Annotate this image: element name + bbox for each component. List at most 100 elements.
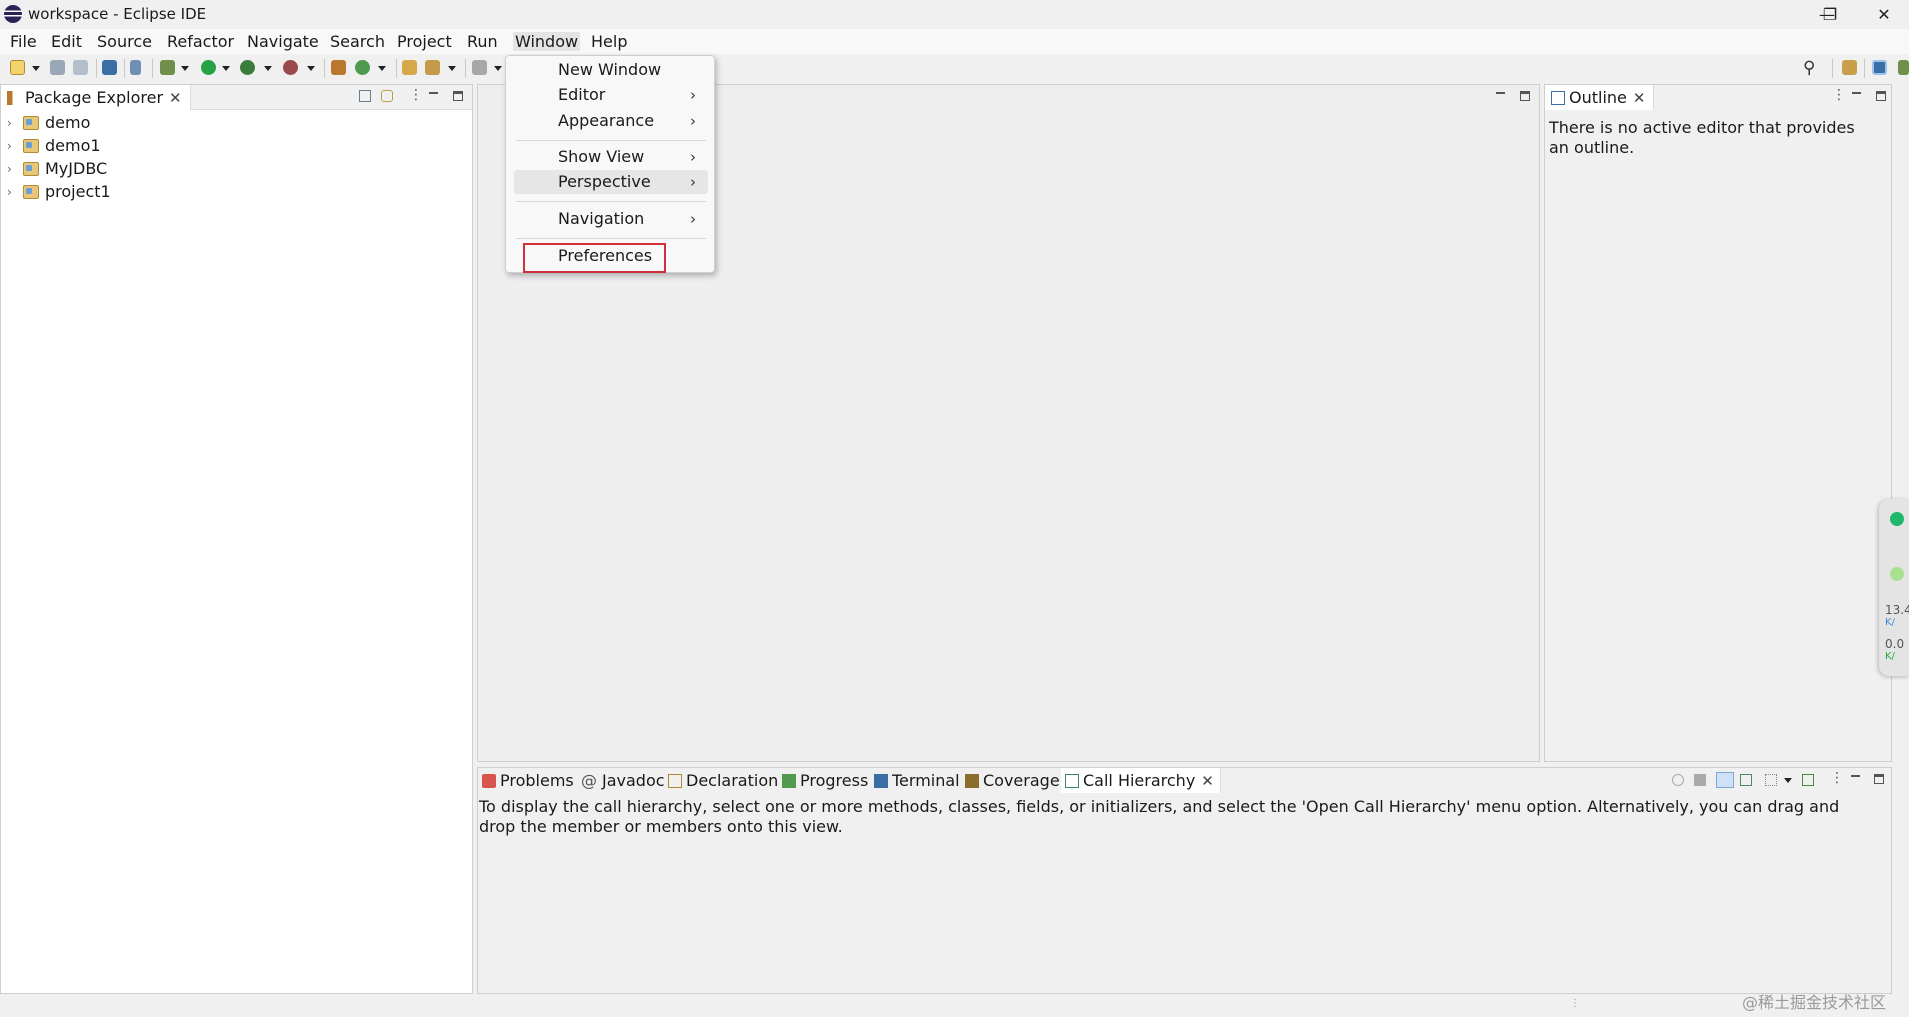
menu-item-show-view[interactable]: Show View ›	[514, 145, 708, 169]
minimize-view-button[interactable]	[428, 89, 440, 101]
new-java-class-icon[interactable]	[355, 60, 370, 75]
java-project-icon	[23, 138, 39, 153]
menu-file[interactable]: File	[10, 32, 37, 51]
chevron-right-icon[interactable]: ›	[7, 185, 17, 199]
close-icon[interactable]: ✕	[169, 89, 182, 107]
menu-search[interactable]: Search	[330, 32, 385, 51]
skip-breakpoints-icon[interactable]	[130, 60, 141, 75]
menu-run[interactable]: Run	[467, 32, 498, 51]
link-with-editor-icon[interactable]	[381, 90, 393, 102]
title-bar: workspace - Eclipse IDE — ❐ ✕	[0, 0, 1909, 29]
tab-problems[interactable]: Problems	[482, 768, 574, 793]
chevron-right-icon: ›	[690, 86, 696, 104]
menu-item-editor[interactable]: Editor ›	[514, 83, 708, 107]
menu-item-label: New Window	[558, 60, 662, 79]
chevron-right-icon: ›	[690, 112, 696, 130]
maximize-editor-button[interactable]	[1520, 91, 1530, 101]
menu-help[interactable]: Help	[591, 32, 627, 51]
network-speed-widget[interactable]: 13.4 K/ 0.0 K/	[1879, 499, 1909, 676]
list-item[interactable]: › demo1	[7, 136, 101, 155]
menu-source[interactable]: Source	[97, 32, 152, 51]
tab-coverage[interactable]: Coverage	[965, 768, 1060, 793]
outline-icon	[1551, 90, 1565, 105]
close-icon[interactable]: ✕	[1201, 772, 1214, 790]
menu-refactor[interactable]: Refactor	[167, 32, 234, 51]
menu-item-navigation[interactable]: Navigation ›	[514, 207, 708, 231]
tab-label: Outline	[1569, 88, 1627, 107]
debug-icon[interactable]	[160, 60, 175, 75]
tab-label: Terminal	[892, 771, 960, 790]
layout-dropdown-arrow-icon[interactable]	[1784, 778, 1792, 783]
tab-javadoc[interactable]: @ Javadoc	[581, 768, 665, 793]
refresh-icon[interactable]	[1672, 774, 1684, 786]
minimize-view-button[interactable]	[1851, 89, 1863, 101]
restore-button[interactable]: ❐	[1807, 0, 1853, 29]
chevron-right-icon[interactable]: ›	[7, 139, 17, 153]
callee-hierarchy-icon[interactable]	[1740, 774, 1752, 786]
caller-hierarchy-icon[interactable]	[1716, 772, 1734, 788]
menu-project[interactable]: Project	[397, 32, 452, 51]
stop-icon[interactable]	[1694, 774, 1706, 786]
list-item[interactable]: › project1	[7, 182, 111, 201]
terminal-icon[interactable]	[102, 60, 117, 75]
run-icon[interactable]	[201, 60, 216, 75]
tab-label: Coverage	[983, 771, 1060, 790]
tab-declaration[interactable]: Declaration	[668, 768, 778, 793]
window-dropdown-menu: New Window Editor › Appearance › Show Vi…	[505, 55, 715, 273]
maximize-view-button[interactable]	[1876, 91, 1886, 101]
menu-separator	[516, 201, 706, 202]
new-dropdown-arrow-icon[interactable]	[32, 66, 40, 71]
next-annotation-icon[interactable]	[472, 60, 487, 75]
maximize-view-button[interactable]	[1874, 774, 1884, 784]
list-item[interactable]: › demo	[7, 113, 90, 132]
new-file-icon[interactable]	[10, 60, 25, 75]
tab-terminal[interactable]: Terminal	[874, 768, 960, 793]
menu-navigate[interactable]: Navigate	[247, 32, 319, 51]
outline-message: There is no active editor that provides …	[1549, 118, 1855, 157]
external-tools-icon[interactable]	[283, 60, 298, 75]
tab-label: Call Hierarchy	[1083, 771, 1196, 790]
view-menu-icon[interactable]: ⋮	[1830, 770, 1844, 786]
project-name: project1	[45, 182, 111, 201]
pin-view-icon[interactable]	[1802, 774, 1814, 786]
search-tool-icon[interactable]	[425, 60, 440, 75]
java-perspective-icon[interactable]	[1872, 60, 1887, 75]
view-menu-icon[interactable]: ⋮	[409, 87, 423, 103]
preferences-highlight-box	[523, 243, 666, 273]
minimize-editor-button[interactable]	[1495, 89, 1507, 101]
save-icon[interactable]	[50, 60, 65, 75]
tab-call-hierarchy[interactable]: Call Hierarchy ✕	[1061, 768, 1221, 793]
new-java-package-icon[interactable]	[331, 60, 346, 75]
close-window-button[interactable]: ✕	[1861, 0, 1907, 29]
chevron-right-icon[interactable]: ›	[7, 162, 17, 176]
menu-window[interactable]: Window	[513, 32, 581, 51]
open-type-icon[interactable]	[402, 60, 417, 75]
java-project-icon	[23, 161, 39, 176]
open-perspective-icon[interactable]	[1842, 60, 1857, 75]
window-title: workspace - Eclipse IDE	[28, 5, 207, 23]
menu-edit[interactable]: Edit	[51, 32, 82, 51]
list-item[interactable]: › MyJDBC	[7, 159, 107, 178]
upload-unit: K/	[1885, 617, 1895, 628]
download-speed: 0.0	[1885, 637, 1905, 651]
menu-item-perspective[interactable]: Perspective ›	[514, 170, 708, 194]
call-hierarchy-icon	[1065, 773, 1079, 788]
search-icon[interactable]: ⚲	[1803, 58, 1815, 78]
maximize-view-button[interactable]	[453, 91, 463, 101]
chevron-right-icon[interactable]: ›	[7, 116, 17, 130]
minimize-view-button[interactable]	[1850, 772, 1862, 784]
upload-speed: 13.4	[1885, 603, 1909, 617]
menu-item-appearance[interactable]: Appearance ›	[514, 109, 708, 133]
close-icon[interactable]: ✕	[1633, 89, 1646, 107]
coverage-icon[interactable]	[240, 60, 255, 75]
status-bar: ⋮ @稀土掘金技术社区	[0, 993, 1909, 1017]
tab-progress[interactable]: Progress	[782, 768, 868, 793]
debug-perspective-icon[interactable]	[1898, 60, 1909, 75]
tab-outline[interactable]: Outline ✕	[1545, 85, 1655, 110]
save-all-icon[interactable]	[73, 60, 88, 75]
tab-package-explorer[interactable]: Package Explorer ✕	[1, 85, 191, 110]
collapse-all-icon[interactable]	[359, 90, 371, 102]
view-menu-icon[interactable]: ⋮	[1832, 87, 1846, 103]
menu-item-new-window[interactable]: New Window	[514, 58, 708, 82]
layout-icon[interactable]	[1765, 774, 1777, 786]
